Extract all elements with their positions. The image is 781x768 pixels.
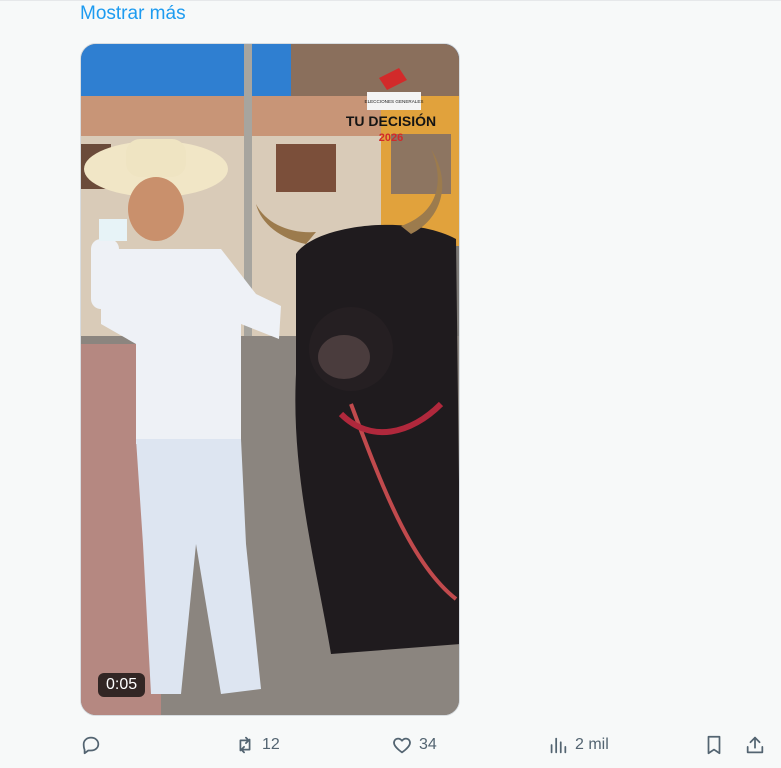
like-count: 34 bbox=[419, 736, 437, 753]
repost-icon bbox=[239, 736, 251, 754]
like-button[interactable]: 34 bbox=[391, 730, 437, 760]
heart-icon bbox=[393, 737, 411, 754]
video-frame: ELECCIONES GENERALES TU DECISIÓN 2026 bbox=[81, 44, 459, 715]
show-more-link[interactable]: Mostrar más bbox=[80, 3, 186, 25]
video-player[interactable]: ELECCIONES GENERALES TU DECISIÓN 2026 0:… bbox=[80, 43, 460, 716]
bookmark-icon bbox=[707, 735, 721, 755]
views-button[interactable]: 2 mil bbox=[547, 730, 609, 760]
repost-button[interactable]: 12 bbox=[234, 730, 280, 760]
tweet-actions: 12 34 2 mil bbox=[0, 730, 781, 762]
share-icon bbox=[746, 736, 764, 754]
analytics-icon bbox=[550, 737, 567, 754]
share-button[interactable] bbox=[744, 730, 766, 760]
reply-button[interactable] bbox=[80, 730, 108, 760]
views-count: 2 mil bbox=[575, 736, 609, 753]
bookmark-button[interactable] bbox=[703, 730, 725, 760]
top-divider bbox=[0, 0, 781, 1]
repost-count: 12 bbox=[262, 736, 280, 753]
overlay-brand-line1: ELECCIONES GENERALES bbox=[365, 99, 424, 104]
overlay-brand-year: 2026 bbox=[379, 132, 403, 144]
overlay-brand-line2: TU DECISIÓN bbox=[346, 112, 436, 129]
video-duration-badge: 0:05 bbox=[98, 673, 146, 697]
reply-icon bbox=[82, 736, 100, 755]
